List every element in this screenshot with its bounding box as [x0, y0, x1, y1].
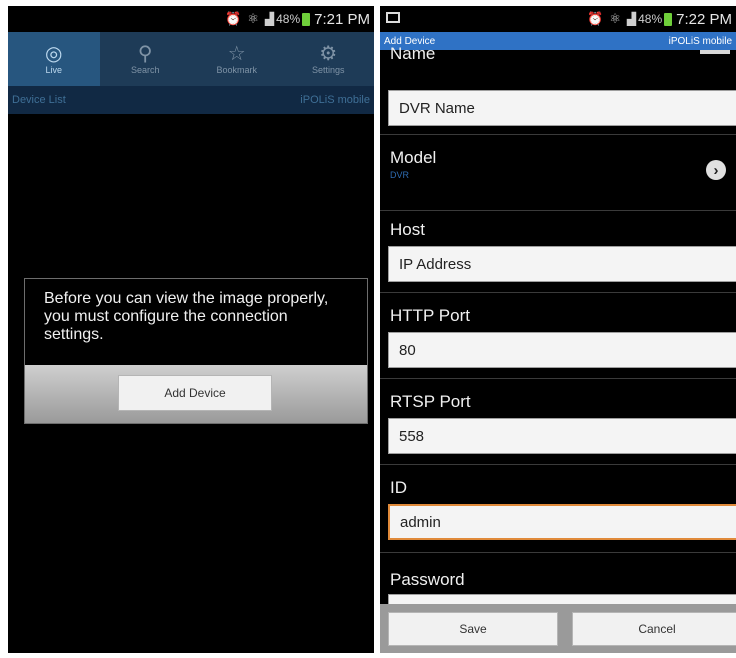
chevron-right-icon[interactable]: › [706, 160, 726, 180]
name-field[interactable]: DVR Name [388, 90, 736, 126]
tab-live[interactable]: ◎ Live [8, 32, 100, 86]
divider [380, 552, 736, 553]
host-field[interactable]: IP Address [388, 246, 736, 282]
id-label: ID [390, 478, 407, 497]
tab-label: Settings [311, 65, 345, 75]
add-device-form: Name DVR Name Model DVR › Host IP Addres… [380, 44, 736, 653]
left-phone-screen: ⏰ ⚛ ▟ 48% 7:21 PM ◎ Live ⚲ Search ☆ Book… [8, 6, 374, 653]
http-port-label: HTTP Port [390, 306, 470, 325]
gear-icon: ⚙ [319, 43, 338, 65]
battery-icon [664, 12, 673, 26]
brand-label: iPOLiS mobile [668, 35, 732, 47]
battery-icon [302, 12, 311, 26]
tab-bar: ◎ Live ⚲ Search ☆ Bookmark ⚙ Settings [8, 32, 374, 86]
brand-label: iPOLiS mobile [300, 94, 370, 106]
model-value: DVR [390, 170, 410, 180]
page-title: Device List [12, 94, 66, 106]
device-list-header: Device List iPOLiS mobile [8, 86, 374, 114]
battery-percent: 48% [638, 12, 663, 26]
right-phone-screen: ⏰ ⚛ ▟ 48% 7:22 PM Add Device iPOLiS mobi… [380, 6, 736, 653]
model-label: Model [390, 148, 437, 167]
divider [380, 292, 736, 293]
alarm-icon: ⏰ [587, 11, 604, 26]
configure-dialog: Before you can view the image properly, … [24, 278, 368, 424]
http-port-field[interactable]: 80 [388, 332, 736, 368]
host-label: Host [390, 220, 425, 239]
name-label: Name [390, 44, 436, 63]
divider [380, 464, 736, 465]
rtsp-port-label: RTSP Port [390, 392, 471, 411]
divider [380, 378, 736, 379]
tab-bookmark[interactable]: ☆ Bookmark [191, 32, 283, 86]
status-bar: ⏰ ⚛ ▟ 48% 7:22 PM [380, 6, 736, 32]
signal-icon: ▟ [626, 12, 637, 26]
status-bar: ⏰ ⚛ ▟ 48% 7:21 PM [8, 6, 374, 32]
search-icon: ⚲ [137, 43, 153, 65]
star-icon: ☆ [227, 43, 246, 65]
dialog-button-area: Add Device [25, 365, 367, 423]
gallery-icon [386, 12, 400, 23]
nfc-icon: ⚛ [609, 11, 621, 26]
password-label: Password [390, 570, 465, 589]
divider [380, 134, 736, 135]
save-button[interactable]: Save [388, 612, 558, 646]
signal-icon: ▟ [264, 12, 275, 26]
status-time: 7:21 PM [314, 10, 370, 28]
cancel-button[interactable]: Cancel [572, 612, 736, 646]
divider [380, 210, 736, 211]
nfc-icon: ⚛ [247, 11, 259, 26]
alarm-icon: ⏰ [225, 11, 242, 26]
id-field[interactable]: admin [388, 504, 736, 540]
tab-label: Bookmark [216, 65, 257, 75]
battery-percent: 48% [276, 12, 301, 26]
add-device-button[interactable]: Add Device [118, 375, 272, 411]
bottom-action-bar: Save Cancel [380, 604, 736, 653]
camera-icon: ◎ [45, 43, 63, 65]
tab-label: Search [130, 65, 160, 75]
rtsp-port-field[interactable]: 558 [388, 418, 736, 454]
status-time: 7:22 PM [676, 10, 732, 28]
scroll-indicator [700, 50, 730, 54]
tab-search[interactable]: ⚲ Search [100, 32, 192, 86]
dialog-message: Before you can view the image properly, … [44, 290, 329, 343]
tab-label: Live [45, 65, 62, 75]
tab-settings[interactable]: ⚙ Settings [283, 32, 375, 86]
